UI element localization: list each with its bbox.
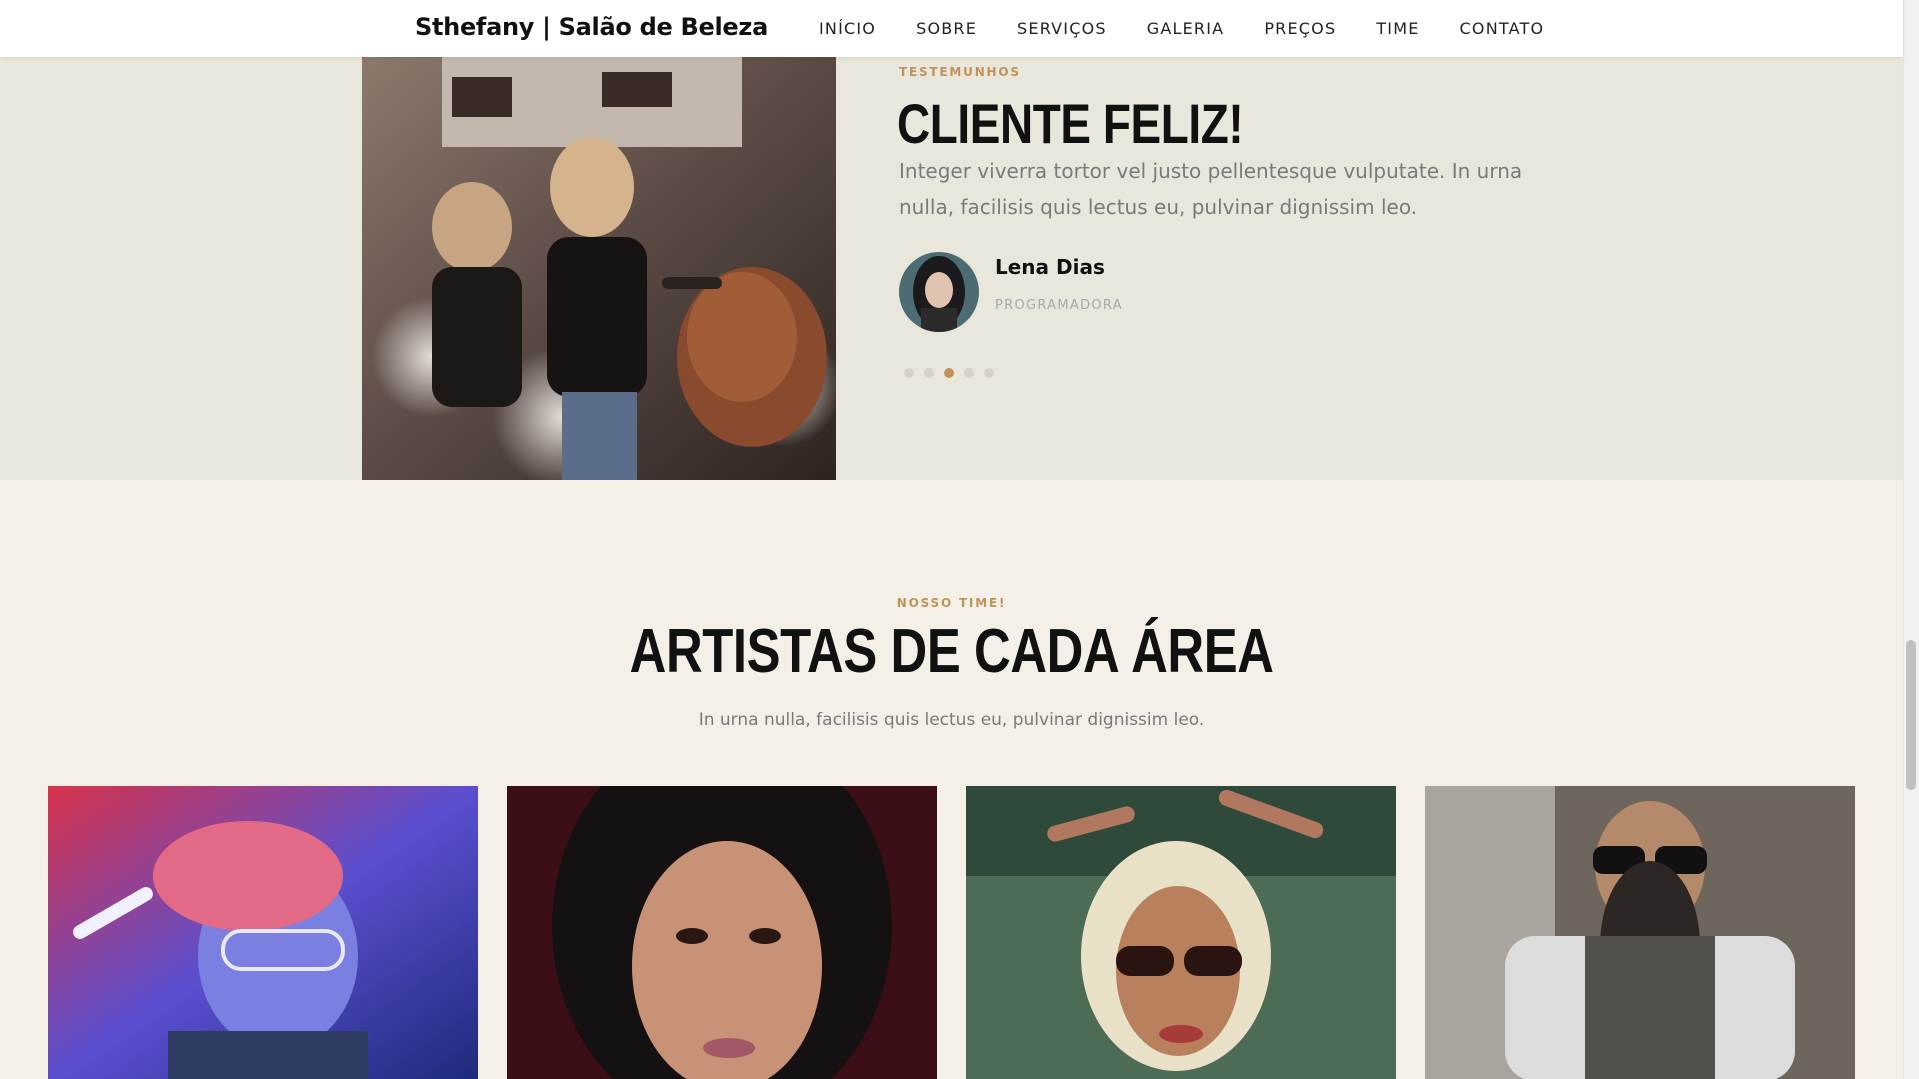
team-member-photo xyxy=(507,786,937,1079)
team-cards xyxy=(48,786,1884,1079)
author-avatar xyxy=(899,252,979,332)
carousel-dot[interactable] xyxy=(944,368,954,378)
team-member-photo xyxy=(1425,786,1855,1079)
brand-logo[interactable]: Sthefany | Salão de Beleza xyxy=(415,13,768,41)
nav-item-contato[interactable]: CONTATO xyxy=(1460,19,1545,38)
carousel-dot[interactable] xyxy=(904,368,914,378)
nav-item-time[interactable]: TIME xyxy=(1376,19,1419,38)
testimonial-title: CLIENTE FELIZ! xyxy=(897,92,1244,155)
testimonial-section: TESTEMUNHOS CLIENTE FELIZ! Integer viver… xyxy=(0,57,1903,480)
nav-item-inicio[interactable]: INÍCIO xyxy=(819,19,876,38)
team-title: ARTISTAS DE CADA ÁREA xyxy=(0,616,1903,687)
team-member-photo xyxy=(966,786,1396,1079)
salon-photo xyxy=(362,57,836,480)
carousel-dot[interactable] xyxy=(984,368,994,378)
team-eyebrow: NOSSO TIME! xyxy=(896,596,1007,610)
main-nav: INÍCIO SOBRE SERVIÇOS GALERIA PREÇOS TIM… xyxy=(819,19,1584,38)
site-header: Sthefany | Salão de Beleza INÍCIO SOBRE … xyxy=(0,0,1903,57)
carousel-dot[interactable] xyxy=(924,368,934,378)
page-scrollbar[interactable] xyxy=(1903,0,1919,1079)
author-name: Lena Dias xyxy=(995,255,1105,279)
team-member-photo xyxy=(48,786,478,1079)
nav-item-sobre[interactable]: SOBRE xyxy=(916,19,977,38)
carousel-dots xyxy=(904,368,1004,378)
testimonial-eyebrow: TESTEMUNHOS xyxy=(899,65,1021,79)
nav-item-precos[interactable]: PREÇOS xyxy=(1264,19,1336,38)
team-member-card[interactable] xyxy=(1425,786,1855,1079)
author-role: PROGRAMADORA xyxy=(995,298,1123,313)
team-member-card[interactable] xyxy=(507,786,937,1079)
scrollbar-thumb[interactable] xyxy=(1906,640,1916,790)
team-member-card[interactable] xyxy=(966,786,1396,1079)
team-subtitle: In urna nulla, facilisis quis lectus eu,… xyxy=(698,710,1205,730)
team-member-card[interactable] xyxy=(48,786,478,1079)
team-title-text: ARTISTAS DE CADA ÁREA xyxy=(629,617,1274,686)
testimonial-quote: Integer viverra tortor vel justo pellent… xyxy=(899,159,1523,219)
nav-item-galeria[interactable]: GALERIA xyxy=(1147,19,1225,38)
nav-item-servicos[interactable]: SERVIÇOS xyxy=(1017,19,1107,38)
team-section: NOSSO TIME! ARTISTAS DE CADA ÁREA In urn… xyxy=(0,480,1903,1079)
carousel-dot[interactable] xyxy=(964,368,974,378)
